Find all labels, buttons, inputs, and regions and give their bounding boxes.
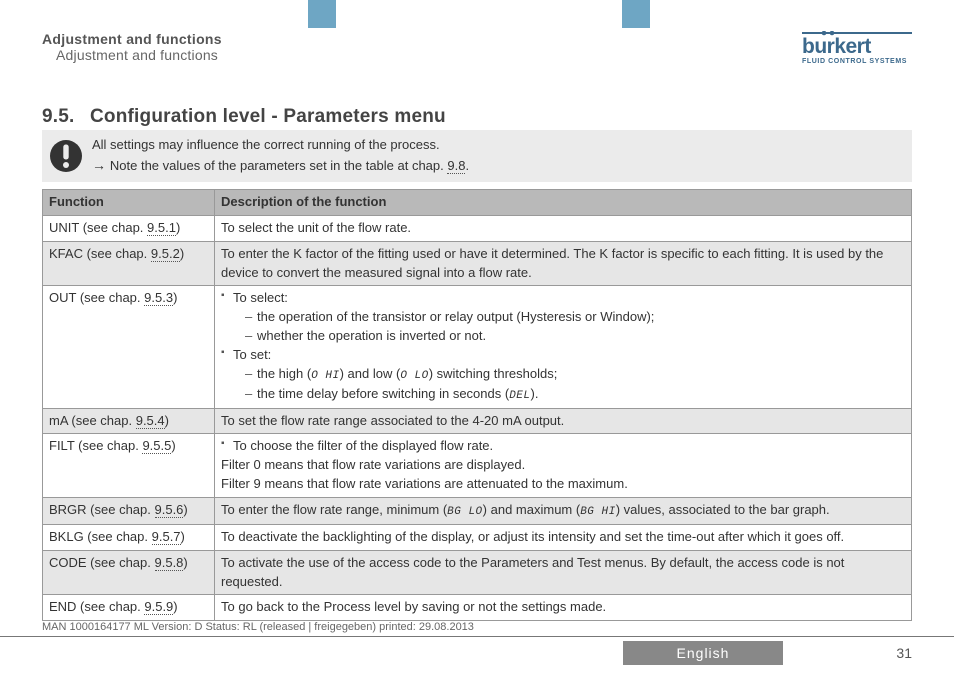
table-row: BRGR (see chap. 9.5.6)To enter the flow … bbox=[43, 498, 912, 525]
table-row: KFAC (see chap. 9.5.2)To enter the K fac… bbox=[43, 241, 912, 286]
breadcrumb-primary: Adjustment and functions bbox=[42, 31, 222, 47]
desc-cell: To enter the K factor of the fitting use… bbox=[215, 241, 912, 286]
segment-code: BG LO bbox=[447, 506, 483, 518]
print-metadata: MAN 1000164177 ML Version: D Status: RL … bbox=[42, 621, 474, 633]
th-function: Function bbox=[43, 190, 215, 216]
exclamation-icon bbox=[48, 138, 84, 174]
fn-cell: END (see chap. 9.5.9) bbox=[43, 595, 215, 621]
chap-link[interactable]: 9.5.1 bbox=[147, 220, 176, 236]
segment-code: DEL bbox=[509, 390, 530, 402]
page-header: Adjustment and functions Adjustment and … bbox=[42, 31, 912, 65]
fn-cell: FILT (see chap. 9.5.5) bbox=[43, 434, 215, 498]
fn-cell: BRGR (see chap. 9.5.6) bbox=[43, 498, 215, 525]
chap-link[interactable]: 9.5.8 bbox=[155, 555, 184, 571]
fn-cell: KFAC (see chap. 9.5.2) bbox=[43, 241, 215, 286]
fn-cell: UNIT (see chap. 9.5.1) bbox=[43, 215, 215, 241]
desc-cell: To enter the flow rate range, minimum (B… bbox=[215, 498, 912, 525]
th-description: Description of the function bbox=[215, 190, 912, 216]
section-title: 9.5.Configuration level - Parameters men… bbox=[42, 106, 446, 128]
chap-link[interactable]: 9.5.2 bbox=[151, 246, 180, 262]
warning-callout: All settings may influence the correct r… bbox=[42, 130, 912, 182]
callout-text: All settings may influence the correct r… bbox=[92, 136, 469, 176]
desc-cell: To go back to the Process level by savin… bbox=[215, 595, 912, 621]
fn-cell: CODE (see chap. 9.5.8) bbox=[43, 550, 215, 595]
desc-cell: To set the flow rate range associated to… bbox=[215, 408, 912, 434]
chap-link[interactable]: 9.5.5 bbox=[142, 438, 171, 454]
fn-cell: mA (see chap. 9.5.4) bbox=[43, 408, 215, 434]
table-row: END (see chap. 9.5.9)To go back to the P… bbox=[43, 595, 912, 621]
desc-cell: To choose the filter of the displayed fl… bbox=[215, 434, 912, 498]
segment-code: O HI bbox=[311, 370, 339, 382]
table-row: FILT (see chap. 9.5.5)To choose the filt… bbox=[43, 434, 912, 498]
table-row: BKLG (see chap. 9.5.7)To deactivate the … bbox=[43, 524, 912, 550]
language-indicator: English bbox=[623, 641, 783, 665]
header-accent-right bbox=[622, 0, 650, 28]
section-number: 9.5. bbox=[42, 106, 90, 128]
segment-code: BG HI bbox=[580, 506, 616, 518]
header-accent-left bbox=[308, 0, 336, 28]
table-row: OUT (see chap. 9.5.3)To select:the opera… bbox=[43, 286, 912, 408]
desc-cell: To select:the operation of the transisto… bbox=[215, 286, 912, 408]
arrow-icon: → bbox=[92, 157, 110, 173]
chap-link[interactable]: 9.5.4 bbox=[136, 413, 165, 429]
footer-rule bbox=[0, 636, 954, 637]
page-number: 31 bbox=[896, 645, 912, 661]
callout-chap-link[interactable]: 9.8 bbox=[447, 158, 465, 174]
callout-line1: All settings may influence the correct r… bbox=[92, 136, 469, 155]
chap-link[interactable]: 9.5.3 bbox=[144, 290, 173, 306]
brand-logo: burkert FLUID CONTROL SYSTEMS bbox=[802, 31, 912, 65]
table-row: CODE (see chap. 9.5.8)To activate the us… bbox=[43, 550, 912, 595]
chap-link[interactable]: 9.5.6 bbox=[155, 502, 184, 518]
chap-link[interactable]: 9.5.9 bbox=[144, 599, 173, 615]
breadcrumb-secondary: Adjustment and functions bbox=[56, 47, 222, 63]
table-row: UNIT (see chap. 9.5.1)To select the unit… bbox=[43, 215, 912, 241]
fn-cell: BKLG (see chap. 9.5.7) bbox=[43, 524, 215, 550]
parameters-table-body: UNIT (see chap. 9.5.1)To select the unit… bbox=[43, 215, 912, 620]
callout-line2: → Note the values of the parameters set … bbox=[92, 155, 469, 176]
desc-cell: To deactivate the backlighting of the di… bbox=[215, 524, 912, 550]
svg-text:burkert: burkert bbox=[802, 35, 871, 57]
parameters-table: Function Description of the function UNI… bbox=[42, 189, 912, 621]
brand-tagline: FLUID CONTROL SYSTEMS bbox=[802, 58, 912, 65]
desc-cell: To activate the use of the access code t… bbox=[215, 550, 912, 595]
segment-code: O LO bbox=[400, 370, 428, 382]
chap-link[interactable]: 9.5.7 bbox=[152, 529, 181, 545]
breadcrumb: Adjustment and functions Adjustment and … bbox=[42, 31, 222, 63]
fn-cell: OUT (see chap. 9.5.3) bbox=[43, 286, 215, 408]
table-row: mA (see chap. 9.5.4)To set the flow rate… bbox=[43, 408, 912, 434]
section-heading: Configuration level - Parameters menu bbox=[90, 106, 446, 127]
desc-cell: To select the unit of the flow rate. bbox=[215, 215, 912, 241]
